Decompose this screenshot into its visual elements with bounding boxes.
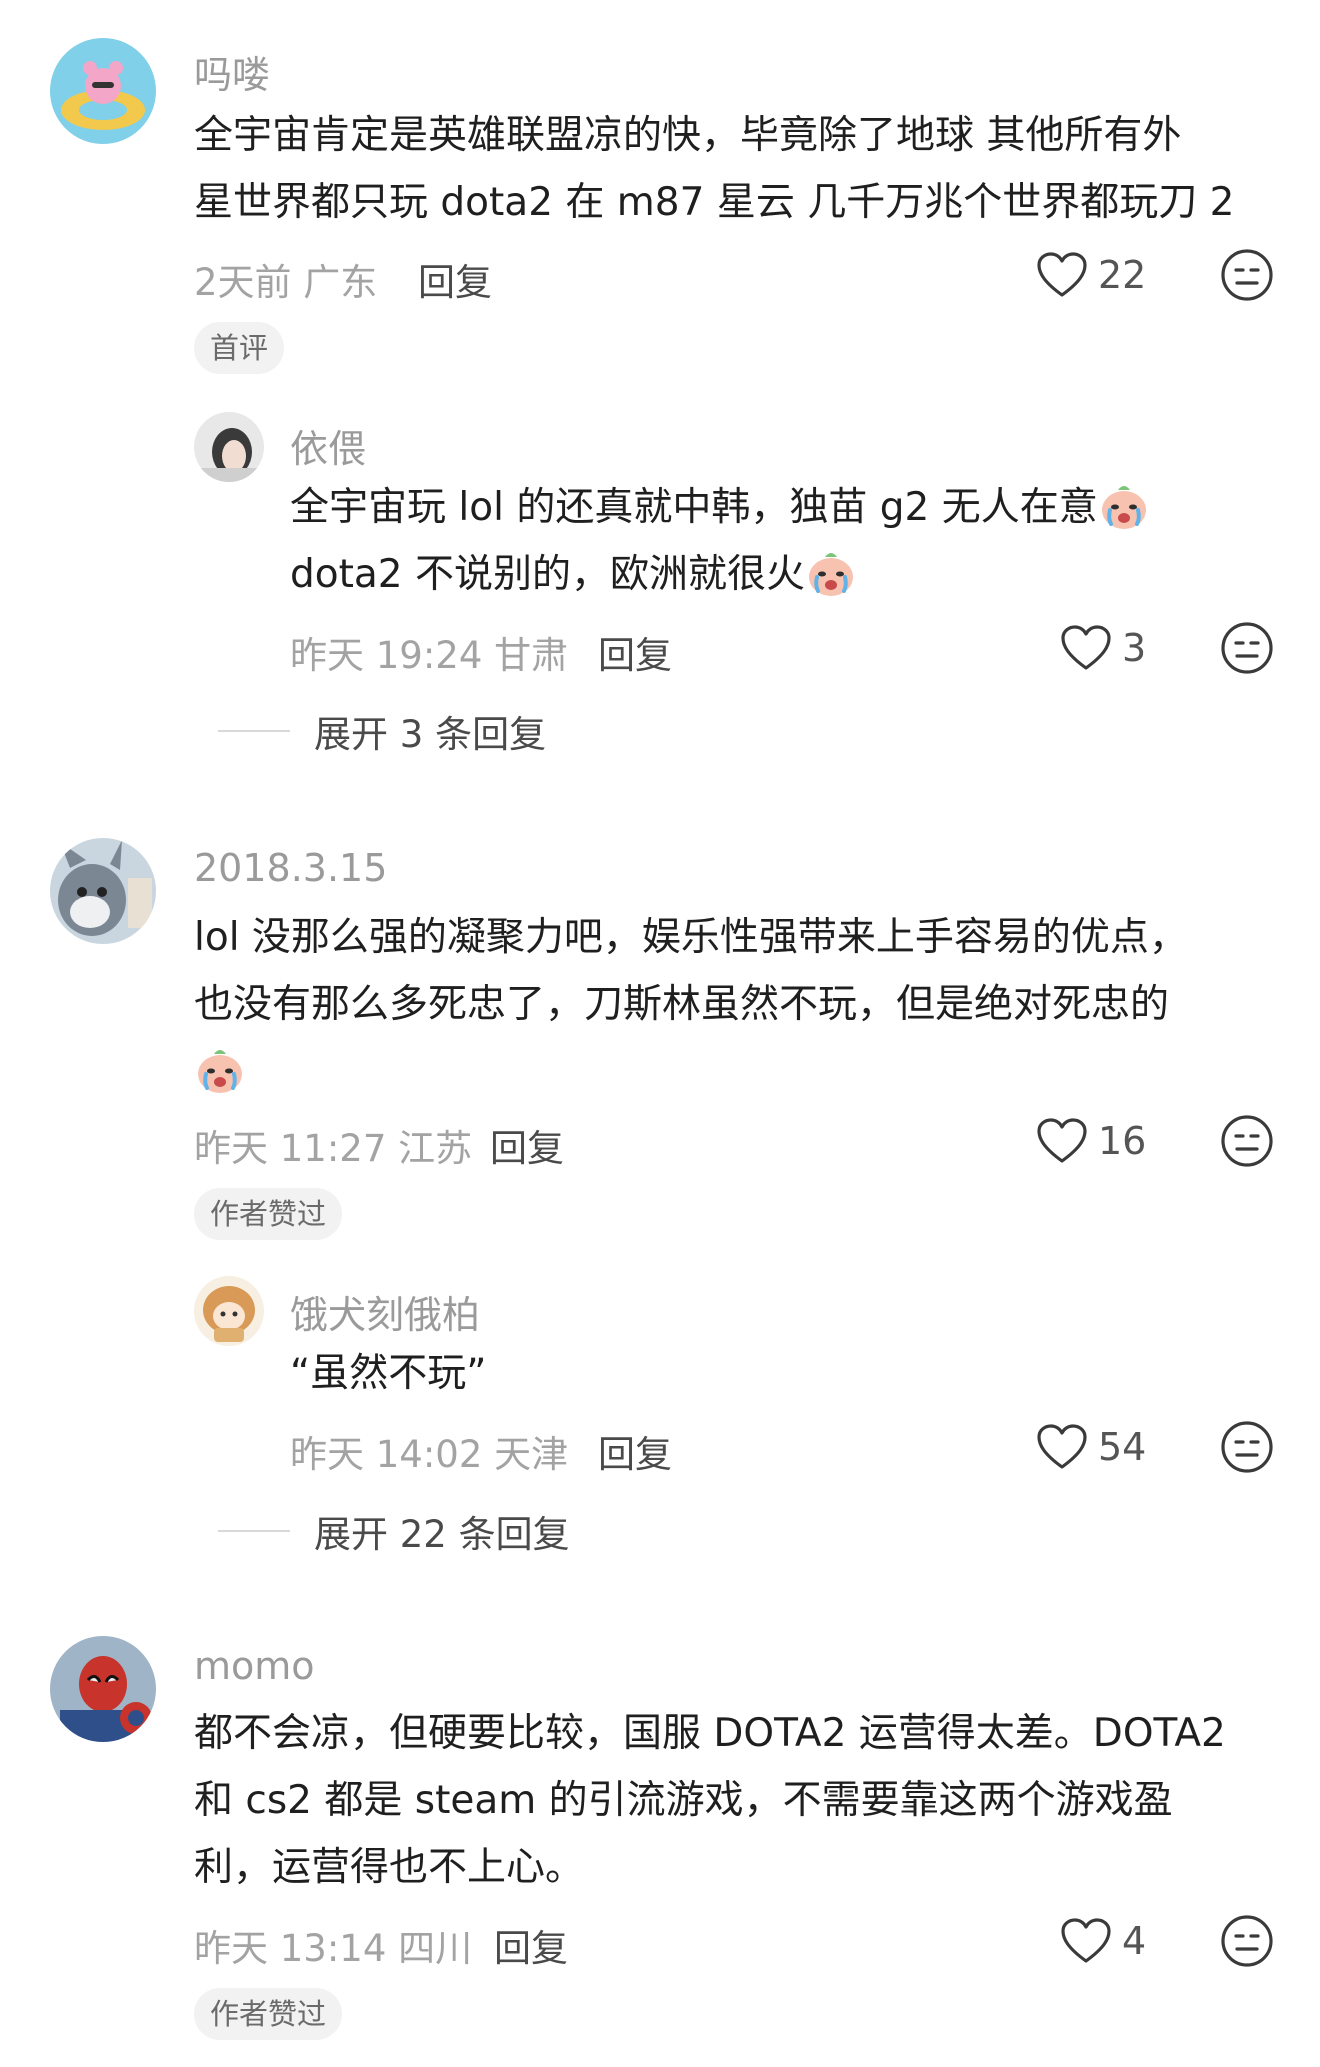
reply-text-line: dota2 不说别的，欧洲就很火 xyxy=(290,541,857,608)
heart-outline-icon xyxy=(1060,624,1112,672)
meh-face-icon xyxy=(1220,1420,1274,1474)
meh-face-icon xyxy=(1220,1914,1274,1968)
author-liked-badge: 作者赞过 xyxy=(194,1988,343,2040)
heart-outline-icon xyxy=(1036,1117,1088,1165)
reply-meta: 昨天 14:02 天津 xyxy=(290,1433,569,1476)
expand-replies-label: 展开 3 条回复 xyxy=(314,713,547,756)
like-button[interactable]: 3 xyxy=(1060,624,1146,672)
username[interactable]: 依偎 xyxy=(290,418,366,473)
reply-text: 全宇宙玩 lol 的还真就中韩，独苗 g2 无人在意 xyxy=(290,485,1098,530)
crying-face-emoji xyxy=(805,547,857,599)
reply-text: dota2 不说别的，欧洲就很火 xyxy=(290,552,806,597)
like-button[interactable]: 22 xyxy=(1036,251,1146,299)
expand-replies-button[interactable]: 展开 22 条回复 xyxy=(218,1504,570,1558)
comment-text-line: 星世界都只玩 dota2 在 m87 星云 几千万兆个世界都玩刀 2 xyxy=(194,180,1235,225)
like-count: 3 xyxy=(1122,626,1147,670)
like-button[interactable]: 54 xyxy=(1036,1423,1146,1471)
reply-text-line: 全宇宙玩 lol 的还真就中韩，独苗 g2 无人在意 xyxy=(290,474,1150,541)
dislike-button[interactable] xyxy=(1220,248,1274,302)
comment-text-line: 全宇宙肯定是英雄联盟凉的快，毕竟除了地球 其他所有外 xyxy=(194,113,1182,158)
heart-outline-icon xyxy=(1060,1917,1112,1965)
avatar[interactable] xyxy=(50,38,156,144)
comment-meta: 昨天 13:14 四川 xyxy=(194,1927,473,1970)
crying-face-emoji xyxy=(194,1044,246,1096)
like-count: 22 xyxy=(1098,253,1147,297)
avatar[interactable] xyxy=(50,1636,156,1742)
comment-text-line: 都不会凉，但硬要比较，国服 DOTA2 运营得太差。DOTA2 xyxy=(194,1711,1226,1756)
like-count: 54 xyxy=(1098,1425,1147,1469)
meh-face-icon xyxy=(1220,621,1274,675)
like-count: 4 xyxy=(1122,1919,1147,1963)
comment-meta: 2天前 广东 xyxy=(194,261,378,304)
like-button[interactable]: 4 xyxy=(1060,1917,1146,1965)
crying-face-emoji xyxy=(1098,480,1150,532)
comment-text-line: lol 没那么强的凝聚力吧，娱乐性强带来上手容易的优点， xyxy=(194,915,1188,960)
meh-face-icon xyxy=(1220,1114,1274,1168)
like-button[interactable]: 16 xyxy=(1036,1117,1146,1165)
dislike-button[interactable] xyxy=(1220,1914,1274,1968)
comment-text-line: 利，运营得也不上心。 xyxy=(194,1845,585,1890)
heart-outline-icon xyxy=(1036,251,1088,299)
comment-meta: 昨天 11:27 江苏 xyxy=(194,1127,473,1170)
reply-meta: 昨天 19:24 甘肃 xyxy=(290,634,569,677)
divider xyxy=(218,1530,290,1532)
reply-button[interactable]: 回复 xyxy=(598,625,672,679)
reply-button[interactable]: 回复 xyxy=(598,1424,672,1478)
meh-face-icon xyxy=(1220,248,1274,302)
avatar[interactable] xyxy=(50,838,156,944)
username[interactable]: momo xyxy=(194,1644,315,1688)
expand-replies-label: 展开 22 条回复 xyxy=(314,1513,570,1556)
heart-outline-icon xyxy=(1036,1423,1088,1471)
username[interactable]: 饿犬刻俄柏 xyxy=(290,1284,480,1339)
reply-button[interactable]: 回复 xyxy=(494,1918,568,1972)
comment-text-line xyxy=(194,1038,246,1105)
first-comment-badge: 首评 xyxy=(194,322,285,374)
username[interactable]: 吗喽 xyxy=(194,44,270,99)
dislike-button[interactable] xyxy=(1220,1420,1274,1474)
avatar[interactable] xyxy=(194,1276,264,1346)
like-count: 16 xyxy=(1098,1119,1147,1163)
comment-text-line: 和 cs2 都是 steam 的引流游戏，不需要靠这两个游戏盈 xyxy=(194,1778,1173,1823)
username[interactable]: 2018.3.15 xyxy=(194,846,387,890)
comment-text-line: 也没有那么多死忠了，刀斯林虽然不玩，但是绝对死忠的 xyxy=(194,982,1170,1027)
reply-button[interactable]: 回复 xyxy=(418,252,492,306)
reply-text-line: “虽然不玩” xyxy=(290,1351,487,1396)
dislike-button[interactable] xyxy=(1220,621,1274,675)
reply-button[interactable]: 回复 xyxy=(490,1118,564,1172)
avatar[interactable] xyxy=(194,412,264,482)
dislike-button[interactable] xyxy=(1220,1114,1274,1168)
expand-replies-button[interactable]: 展开 3 条回复 xyxy=(218,704,546,758)
author-liked-badge: 作者赞过 xyxy=(194,1188,343,1240)
divider xyxy=(218,730,290,732)
